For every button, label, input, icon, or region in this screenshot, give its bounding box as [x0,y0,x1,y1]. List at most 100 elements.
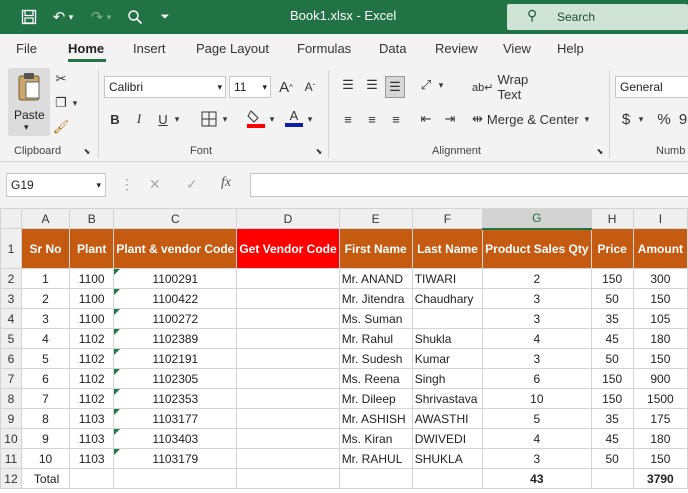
column-header-b[interactable]: B [69,208,115,229]
percent-icon[interactable]: % [655,108,673,130]
table-cell[interactable]: Chaudhary [411,288,484,309]
table-cell[interactable]: 1103 [69,428,115,449]
font-color-dropdown-icon[interactable]: ▾ [305,108,315,130]
table-cell[interactable]: 1100 [69,308,115,329]
table-cell[interactable]: Kumar [411,348,484,369]
table-cell[interactable]: Mr. ANAND [338,268,413,289]
table-cell[interactable]: 3 [482,288,592,309]
copy-icon[interactable]: ❐ [52,94,70,112]
font-launcher-icon[interactable]: ⬊ [314,146,324,156]
table-cell[interactable]: 1102 [69,388,115,409]
table-cell[interactable]: 8 [20,408,71,429]
accounting-format-icon[interactable]: $ [618,108,634,130]
tab-review[interactable]: Review [435,41,478,56]
row-header[interactable]: 8 [0,388,22,409]
table-cell[interactable]: 10 [482,388,592,409]
column-header-c[interactable]: C [113,208,238,229]
row-header[interactable]: 4 [0,308,22,329]
table-cell[interactable]: 4 [20,328,71,349]
table-cell[interactable] [236,428,340,449]
save-icon[interactable] [18,6,40,28]
table-cell[interactable]: 900 [632,368,688,389]
cut-icon[interactable]: ✂ [52,70,70,88]
borders-icon[interactable] [199,108,219,130]
table-cell[interactable]: 5 [20,348,71,369]
tab-page-layout[interactable]: Page Layout [196,41,269,56]
alignment-launcher-icon[interactable]: ⬊ [595,146,605,156]
tab-file[interactable]: File [16,41,37,56]
total-qty[interactable]: 43 [482,468,592,489]
table-cell[interactable]: 10 [20,448,71,469]
center-icon[interactable]: ≡ [362,108,382,130]
table-cell[interactable] [236,408,340,429]
row-header[interactable]: 6 [0,348,22,369]
table-cell[interactable] [236,308,340,329]
table-cell[interactable]: 1102191 [113,348,238,369]
format-painter-icon[interactable]: 🖌 [52,118,70,136]
table-cell[interactable]: 180 [632,428,688,449]
total-label[interactable]: Total [20,468,71,489]
table-cell[interactable]: 105 [632,308,688,329]
borders-dropdown-icon[interactable]: ▾ [220,108,230,130]
table-cell[interactable]: 3 [20,308,71,329]
tab-formulas[interactable]: Formulas [297,41,351,56]
row-header[interactable]: 3 [0,288,22,309]
table-cell[interactable]: 300 [632,268,688,289]
table-cell[interactable]: 180 [632,328,688,349]
table-cell[interactable]: Singh [411,368,484,389]
orientation-icon[interactable]: ⤢ [416,74,436,96]
top-align-icon[interactable]: ☰ [338,74,358,96]
table-cell[interactable]: Ms. Suman [338,308,413,329]
table-cell[interactable] [236,288,340,309]
table-cell[interactable]: Mr. Sudesh [338,348,413,369]
table-cell[interactable]: 150 [632,448,688,469]
table-cell[interactable] [411,468,484,489]
table-cell[interactable]: 3 [482,348,592,369]
align-left-icon[interactable]: ≡ [338,108,358,130]
table-cell[interactable] [411,308,484,329]
merge-center-button[interactable]: ⇹ Merge & Center ▾ [472,108,598,130]
row-header[interactable]: 1 [0,228,22,269]
table-cell[interactable]: TIWARI [411,268,484,289]
table-cell[interactable] [236,268,340,289]
customize-toolbar-icon[interactable]: ⏷ [154,6,176,28]
table-header-cell[interactable]: Product Sales Qty [482,228,592,269]
table-cell[interactable]: 150 [590,368,634,389]
table-cell[interactable]: 3 [482,308,592,329]
table-cell[interactable]: 35 [590,308,634,329]
column-header-g[interactable]: G [482,208,592,230]
table-cell[interactable]: 50 [590,288,634,309]
table-cell[interactable]: 1103177 [113,408,238,429]
bottom-align-icon[interactable]: ☰ [385,76,405,98]
decrease-font-size-icon[interactable]: Aˇ [300,76,320,98]
table-cell[interactable]: 4 [482,328,592,349]
column-header-e[interactable]: E [338,208,413,229]
table-cell[interactable]: 1102 [69,368,115,389]
underline-icon[interactable]: U [155,108,171,130]
enter-icon[interactable]: ✓ [186,176,198,193]
select-all-corner[interactable] [0,208,22,229]
tab-insert[interactable]: Insert [133,41,166,56]
table-cell[interactable]: 2 [482,268,592,289]
table-cell[interactable]: 1102305 [113,368,238,389]
table-cell[interactable] [236,468,340,489]
decrease-indent-icon[interactable]: ⇤ [416,108,436,130]
row-header[interactable]: 5 [0,328,22,349]
table-cell[interactable]: 150 [590,388,634,409]
table-header-cell[interactable]: Plant & vendor Code [113,228,238,269]
align-right-icon[interactable]: ≡ [386,108,406,130]
table-cell[interactable]: Mr. Rahul [338,328,413,349]
table-header-cell[interactable]: Price [590,228,634,269]
paste-button[interactable]: Paste ▾ [8,68,50,136]
table-cell[interactable]: 1100 [69,268,115,289]
column-header-d[interactable]: D [236,208,340,229]
table-cell[interactable] [338,468,413,489]
table-cell[interactable]: 45 [590,428,634,449]
table-header-cell[interactable]: Plant [69,228,115,269]
table-cell[interactable]: 1103403 [113,428,238,449]
table-cell[interactable]: 1100 [69,288,115,309]
table-cell[interactable] [69,468,115,489]
table-cell[interactable]: 7 [20,388,71,409]
bold-icon[interactable]: B [107,108,123,130]
search-icon[interactable] [124,6,146,28]
